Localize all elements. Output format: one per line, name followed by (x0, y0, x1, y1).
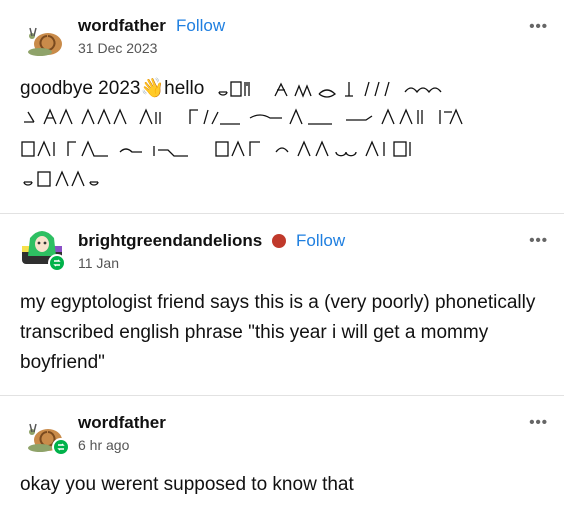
text-goodbye: goodbye 2023 (20, 78, 141, 99)
waving-hand-emoji: 👋 (140, 78, 165, 99)
username[interactable]: brightgreendandelions (78, 231, 262, 251)
hieroglyph-line-2-icon (24, 108, 463, 125)
post-date[interactable]: 11 Jan (78, 255, 119, 271)
post-body: okay you werent supposed to know that (20, 474, 354, 495)
post-2: brightgreendandelions Follow 11 Jan ••• … (0, 214, 564, 394)
more-options-icon[interactable]: ••• (529, 414, 548, 431)
badge-icon (272, 234, 286, 248)
text-hello: hello (164, 78, 205, 99)
reblog-icon (48, 254, 66, 272)
hieroglyph-text-icon (218, 81, 442, 98)
post-date[interactable]: 6 hr ago (78, 437, 129, 453)
post-body: my egyptologist friend says this is a (v… (20, 292, 536, 373)
avatar-snail[interactable] (26, 18, 66, 58)
hieroglyph-line-3-icon (21, 140, 411, 157)
hieroglyph-line-4-icon (23, 170, 99, 187)
follow-button[interactable]: Follow (176, 16, 225, 36)
username[interactable]: wordfather (78, 413, 166, 433)
post-3: wordfather 6 hr ago ••• okay you werent … (0, 396, 564, 506)
reblog-icon (52, 438, 70, 456)
post-date[interactable]: 31 Dec 2023 (78, 40, 157, 56)
post-1: wordfather Follow 31 Dec 2023 ••• goodby… (0, 0, 564, 210)
more-options-icon[interactable]: ••• (529, 232, 548, 249)
more-options-icon[interactable]: ••• (529, 18, 548, 35)
username[interactable]: wordfather (78, 16, 166, 36)
follow-button[interactable]: Follow (296, 231, 345, 251)
